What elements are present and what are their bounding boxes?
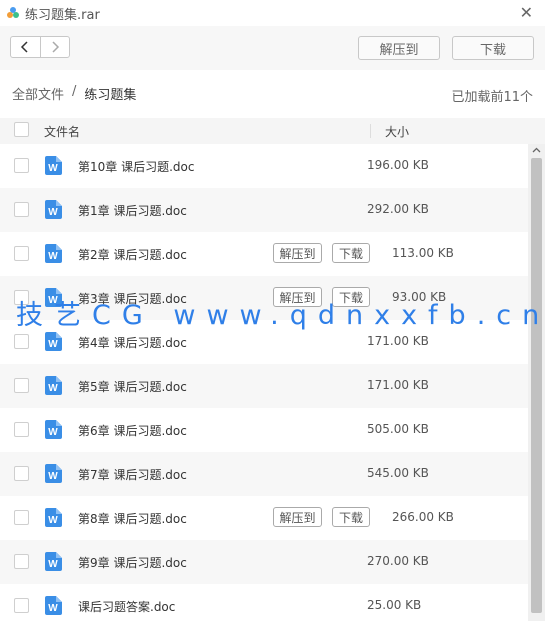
svg-text:W: W (48, 427, 58, 438)
table-row[interactable]: W 第5章 课后习题.doc 171.00 KB (0, 364, 528, 408)
file-name: 第5章 课后习题.doc (78, 380, 187, 394)
row-checkbox[interactable] (14, 158, 29, 173)
svg-text:W: W (48, 251, 58, 262)
table-row[interactable]: W 第1章 课后习题.doc 292.00 KB (0, 188, 528, 232)
word-doc-icon: W (45, 596, 62, 615)
svg-text:W: W (48, 339, 58, 350)
row-checkbox[interactable] (14, 466, 29, 481)
file-size: 171.00 KB (367, 378, 429, 392)
file-name: 第8章 课后习题.doc (78, 512, 187, 526)
word-doc-icon: W (45, 156, 62, 175)
svg-text:W: W (48, 603, 58, 614)
table-header: 文件名 大小 (0, 118, 545, 144)
row-checkbox[interactable] (14, 378, 29, 393)
file-size: 292.00 KB (367, 202, 429, 216)
file-name: 第1章 课后习题.doc (78, 204, 187, 218)
word-doc-icon: W (45, 420, 62, 439)
file-size: 171.00 KB (367, 334, 429, 348)
svg-text:W: W (48, 471, 58, 482)
word-doc-icon: W (45, 332, 62, 351)
table-row[interactable]: W 第9章 课后习题.doc 270.00 KB (0, 540, 528, 584)
breadcrumb-current: 练习题集 (84, 88, 137, 103)
download-button[interactable]: 下载 (452, 36, 534, 60)
file-list: W 第10章 课后习题.doc 196.00 KB W 第1章 课后习题.doc… (0, 144, 545, 621)
svg-text:W: W (48, 515, 58, 526)
back-button[interactable] (11, 37, 40, 57)
file-name: 第2章 课后习题.doc (78, 248, 187, 262)
file-size: 266.00 KB (392, 510, 454, 524)
word-doc-icon: W (45, 376, 62, 395)
file-size: 113.00 KB (392, 246, 454, 260)
column-header-size[interactable]: 大小 (385, 123, 409, 140)
file-name: 第9章 课后习题.doc (78, 556, 187, 570)
table-row[interactable]: W 课后习题答案.doc 25.00 KB (0, 584, 528, 621)
watermark: 技艺CG www.qdnxxfb.cn (16, 300, 545, 331)
file-name: 第10章 课后习题.doc (78, 160, 195, 174)
scrollbar-thumb[interactable] (531, 158, 542, 613)
row-checkbox[interactable] (14, 598, 29, 613)
loaded-count: 已加载前11个 (451, 90, 533, 105)
svg-text:W: W (48, 559, 58, 570)
nav-group (10, 36, 70, 58)
word-doc-icon: W (45, 552, 62, 571)
extract-button[interactable]: 解压到 (358, 36, 440, 60)
table-row[interactable]: W 第8章 课后习题.doc 解压到 下载 266.00 KB (0, 496, 528, 540)
title-bar: 练习题集.rar ✕ (0, 0, 545, 26)
column-divider[interactable] (370, 124, 371, 138)
file-name: 课后习题答案.doc (78, 600, 176, 614)
svg-text:W: W (48, 163, 58, 174)
row-checkbox[interactable] (14, 554, 29, 569)
word-doc-icon: W (45, 508, 62, 527)
forward-button[interactable] (39, 37, 70, 57)
row-extract-button[interactable]: 解压到 (273, 243, 322, 263)
toolbar: 解压到 下载 (0, 26, 545, 70)
row-download-button[interactable]: 下载 (332, 507, 370, 527)
file-size: 505.00 KB (367, 422, 429, 436)
scroll-up-arrow-icon[interactable] (532, 146, 541, 155)
select-all-checkbox[interactable] (14, 122, 29, 137)
table-row[interactable]: W 第6章 课后习题.doc 505.00 KB (0, 408, 528, 452)
row-checkbox[interactable] (14, 510, 29, 525)
file-name: 第6章 课后习题.doc (78, 424, 187, 438)
close-button[interactable]: ✕ (520, 3, 533, 22)
svg-text:W: W (48, 207, 58, 218)
chevron-right-icon (52, 41, 59, 53)
file-name: 第4章 课后习题.doc (78, 336, 187, 350)
row-checkbox[interactable] (14, 246, 29, 261)
scrollbar[interactable] (528, 144, 545, 621)
file-name: 第7章 课后习题.doc (78, 468, 187, 482)
breadcrumb-separator: / (72, 84, 77, 99)
cloud-archive-icon (7, 7, 19, 18)
column-header-name[interactable]: 文件名 (44, 123, 80, 140)
word-doc-icon: W (45, 200, 62, 219)
breadcrumb-root[interactable]: 全部文件 (12, 84, 64, 103)
window-title: 练习题集.rar (25, 8, 100, 23)
row-checkbox[interactable] (14, 334, 29, 349)
file-size: 270.00 KB (367, 554, 429, 568)
row-checkbox[interactable] (14, 422, 29, 437)
file-size: 25.00 KB (367, 598, 422, 612)
file-size: 545.00 KB (367, 466, 429, 480)
svg-text:W: W (48, 383, 58, 394)
chevron-left-icon (21, 41, 28, 53)
table-row[interactable]: W 第2章 课后习题.doc 解压到 下载 113.00 KB (0, 232, 528, 276)
word-doc-icon: W (45, 464, 62, 483)
row-checkbox[interactable] (14, 202, 29, 217)
table-row[interactable]: W 第10章 课后习题.doc 196.00 KB (0, 144, 528, 188)
row-extract-button[interactable]: 解压到 (273, 507, 322, 527)
table-row[interactable]: W 第7章 课后习题.doc 545.00 KB (0, 452, 528, 496)
word-doc-icon: W (45, 244, 62, 263)
row-download-button[interactable]: 下载 (332, 243, 370, 263)
breadcrumb: 全部文件 / 练习题集 (12, 84, 136, 103)
file-size: 196.00 KB (367, 158, 429, 172)
